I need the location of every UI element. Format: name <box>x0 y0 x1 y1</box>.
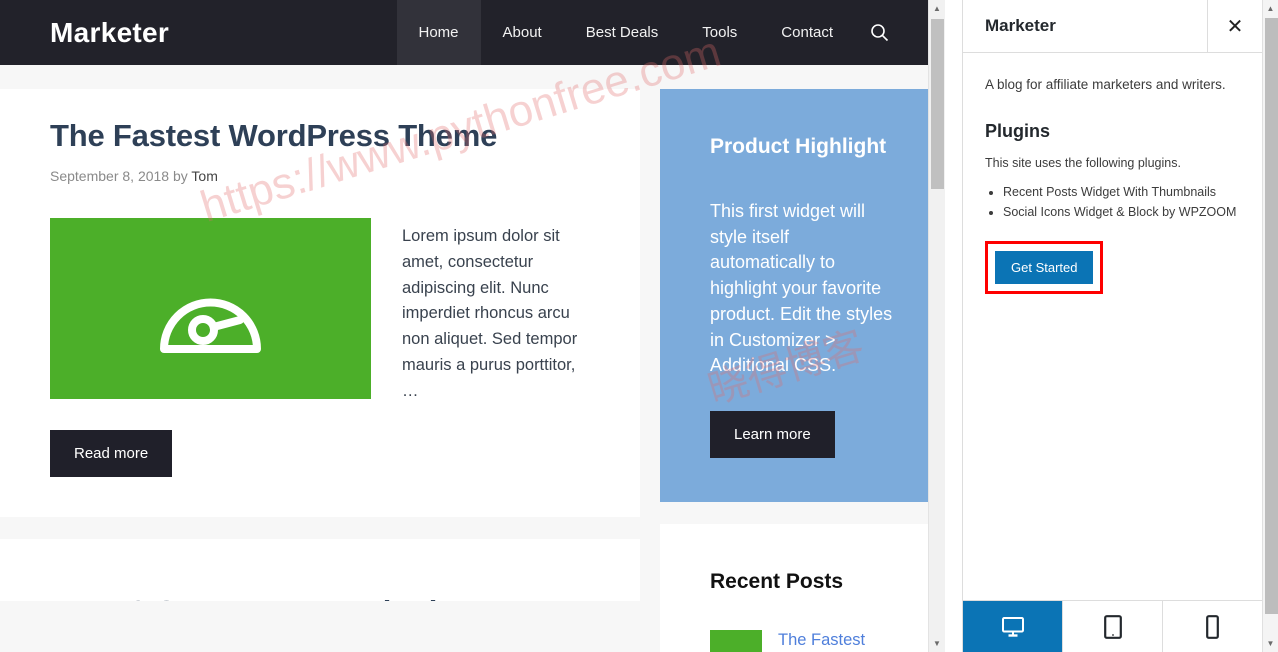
search-icon[interactable] <box>855 0 903 65</box>
list-item[interactable]: The Fastest <box>710 630 895 652</box>
site-body: The Fastest WordPress Theme September 8,… <box>0 65 945 652</box>
screen: Marketer Home About Best Deals Tools Con… <box>0 0 1278 652</box>
device-desktop-button[interactable] <box>963 601 1063 652</box>
panel-header: Marketer ✕ <box>963 0 1262 53</box>
post-meta: September 8, 2018 by Tom <box>50 168 590 184</box>
post-date: September 8, 2018 <box>50 168 170 185</box>
panel-title: Marketer <box>985 16 1056 35</box>
widget-body: This first widget will style itself auto… <box>710 201 893 376</box>
close-icon[interactable]: ✕ <box>1207 0 1262 53</box>
get-started-highlight: Get Started <box>985 240 1104 294</box>
desktop-icon <box>1001 616 1024 637</box>
post-title-partial[interactable]: Top 10 Contact Form Plugins <box>50 593 590 601</box>
nav-label: Tools <box>702 24 738 41</box>
panel-section-subtitle: This site uses the following plugins. <box>985 155 1181 170</box>
site-brand: Marketer <box>50 16 170 48</box>
recent-post-thumbnail <box>710 630 762 652</box>
recent-post-link[interactable]: The Fastest <box>778 630 865 652</box>
preview-scrollbar[interactable]: ▲ ▼ <box>928 0 945 652</box>
nav-item-best-deals[interactable]: Best Deals <box>564 0 681 65</box>
site-header: Marketer Home About Best Deals Tools Con… <box>0 0 945 65</box>
speedometer-icon <box>160 298 261 353</box>
device-mobile-button[interactable] <box>1163 601 1262 652</box>
post-card-partial: Top 10 Contact Form Plugins <box>0 539 640 602</box>
list-item: Social Icons Widget & Block by WPZOOM <box>1003 202 1240 223</box>
nav-label: Best Deals <box>585 24 659 41</box>
nav-label: Contact <box>781 24 833 41</box>
scrollbar-thumb[interactable] <box>1265 18 1278 614</box>
post-excerpt: Lorem ipsum dolor sit amet, consectetur … <box>402 227 578 400</box>
content-column: The Fastest WordPress Theme September 8,… <box>0 89 640 652</box>
panel-description: A blog for affiliate marketers and write… <box>985 77 1226 92</box>
sidebar-column: Product Highlight This first widget will… <box>660 89 945 652</box>
site-preview: Marketer Home About Best Deals Tools Con… <box>0 0 945 652</box>
post-title[interactable]: The Fastest WordPress Theme <box>50 117 590 154</box>
widget-product-highlight: Product Highlight This first widget will… <box>660 89 945 503</box>
browser-scrollbar[interactable]: ▲ ▼ <box>1262 0 1278 652</box>
primary-nav: Home About Best Deals Tools Contact <box>396 0 946 65</box>
tablet-icon <box>1103 614 1122 639</box>
list-item: Recent Posts Widget With Thumbnails <box>1003 182 1240 203</box>
nav-item-about[interactable]: About <box>481 0 564 65</box>
device-preview-bar <box>963 600 1262 652</box>
widget-title: Recent Posts <box>710 570 844 594</box>
scroll-down-icon[interactable]: ▼ <box>1263 635 1278 652</box>
widget-recent-posts: Recent Posts The Fastest <box>660 524 945 652</box>
by-label: by <box>172 168 188 185</box>
scroll-up-icon[interactable]: ▲ <box>929 0 945 17</box>
widget-title: Product Highlight <box>710 135 887 158</box>
scroll-up-icon[interactable]: ▲ <box>1263 0 1278 17</box>
learn-more-button[interactable]: Learn more <box>710 411 835 459</box>
read-more-button[interactable]: Read more <box>50 430 173 478</box>
plugin-list: Recent Posts Widget With Thumbnails Soci… <box>1003 182 1240 223</box>
scrollbar-thumb[interactable] <box>931 19 944 189</box>
post-thumbnail[interactable] <box>50 218 371 400</box>
device-tablet-button[interactable] <box>1063 601 1163 652</box>
get-started-button[interactable]: Get Started <box>995 250 1094 284</box>
post-card: The Fastest WordPress Theme September 8,… <box>0 89 640 518</box>
customizer-panel: Marketer ✕ A blog for affiliate marketer… <box>962 0 1262 652</box>
speedometer-icon <box>719 642 753 652</box>
nav-label: About <box>502 24 542 41</box>
scroll-down-icon[interactable]: ▼ <box>929 635 945 652</box>
nav-label: Home <box>418 24 459 41</box>
nav-item-contact[interactable]: Contact <box>759 0 855 65</box>
post-author[interactable]: Tom <box>191 168 217 184</box>
panel-body: A blog for affiliate marketers and write… <box>963 53 1262 600</box>
panel-section-title: Plugins <box>985 120 1051 141</box>
post-body: Lorem ipsum dolor sit amet, consectetur … <box>50 218 590 404</box>
nav-item-home[interactable]: Home <box>396 0 481 65</box>
nav-item-tools[interactable]: Tools <box>680 0 759 65</box>
mobile-icon <box>1206 614 1219 639</box>
